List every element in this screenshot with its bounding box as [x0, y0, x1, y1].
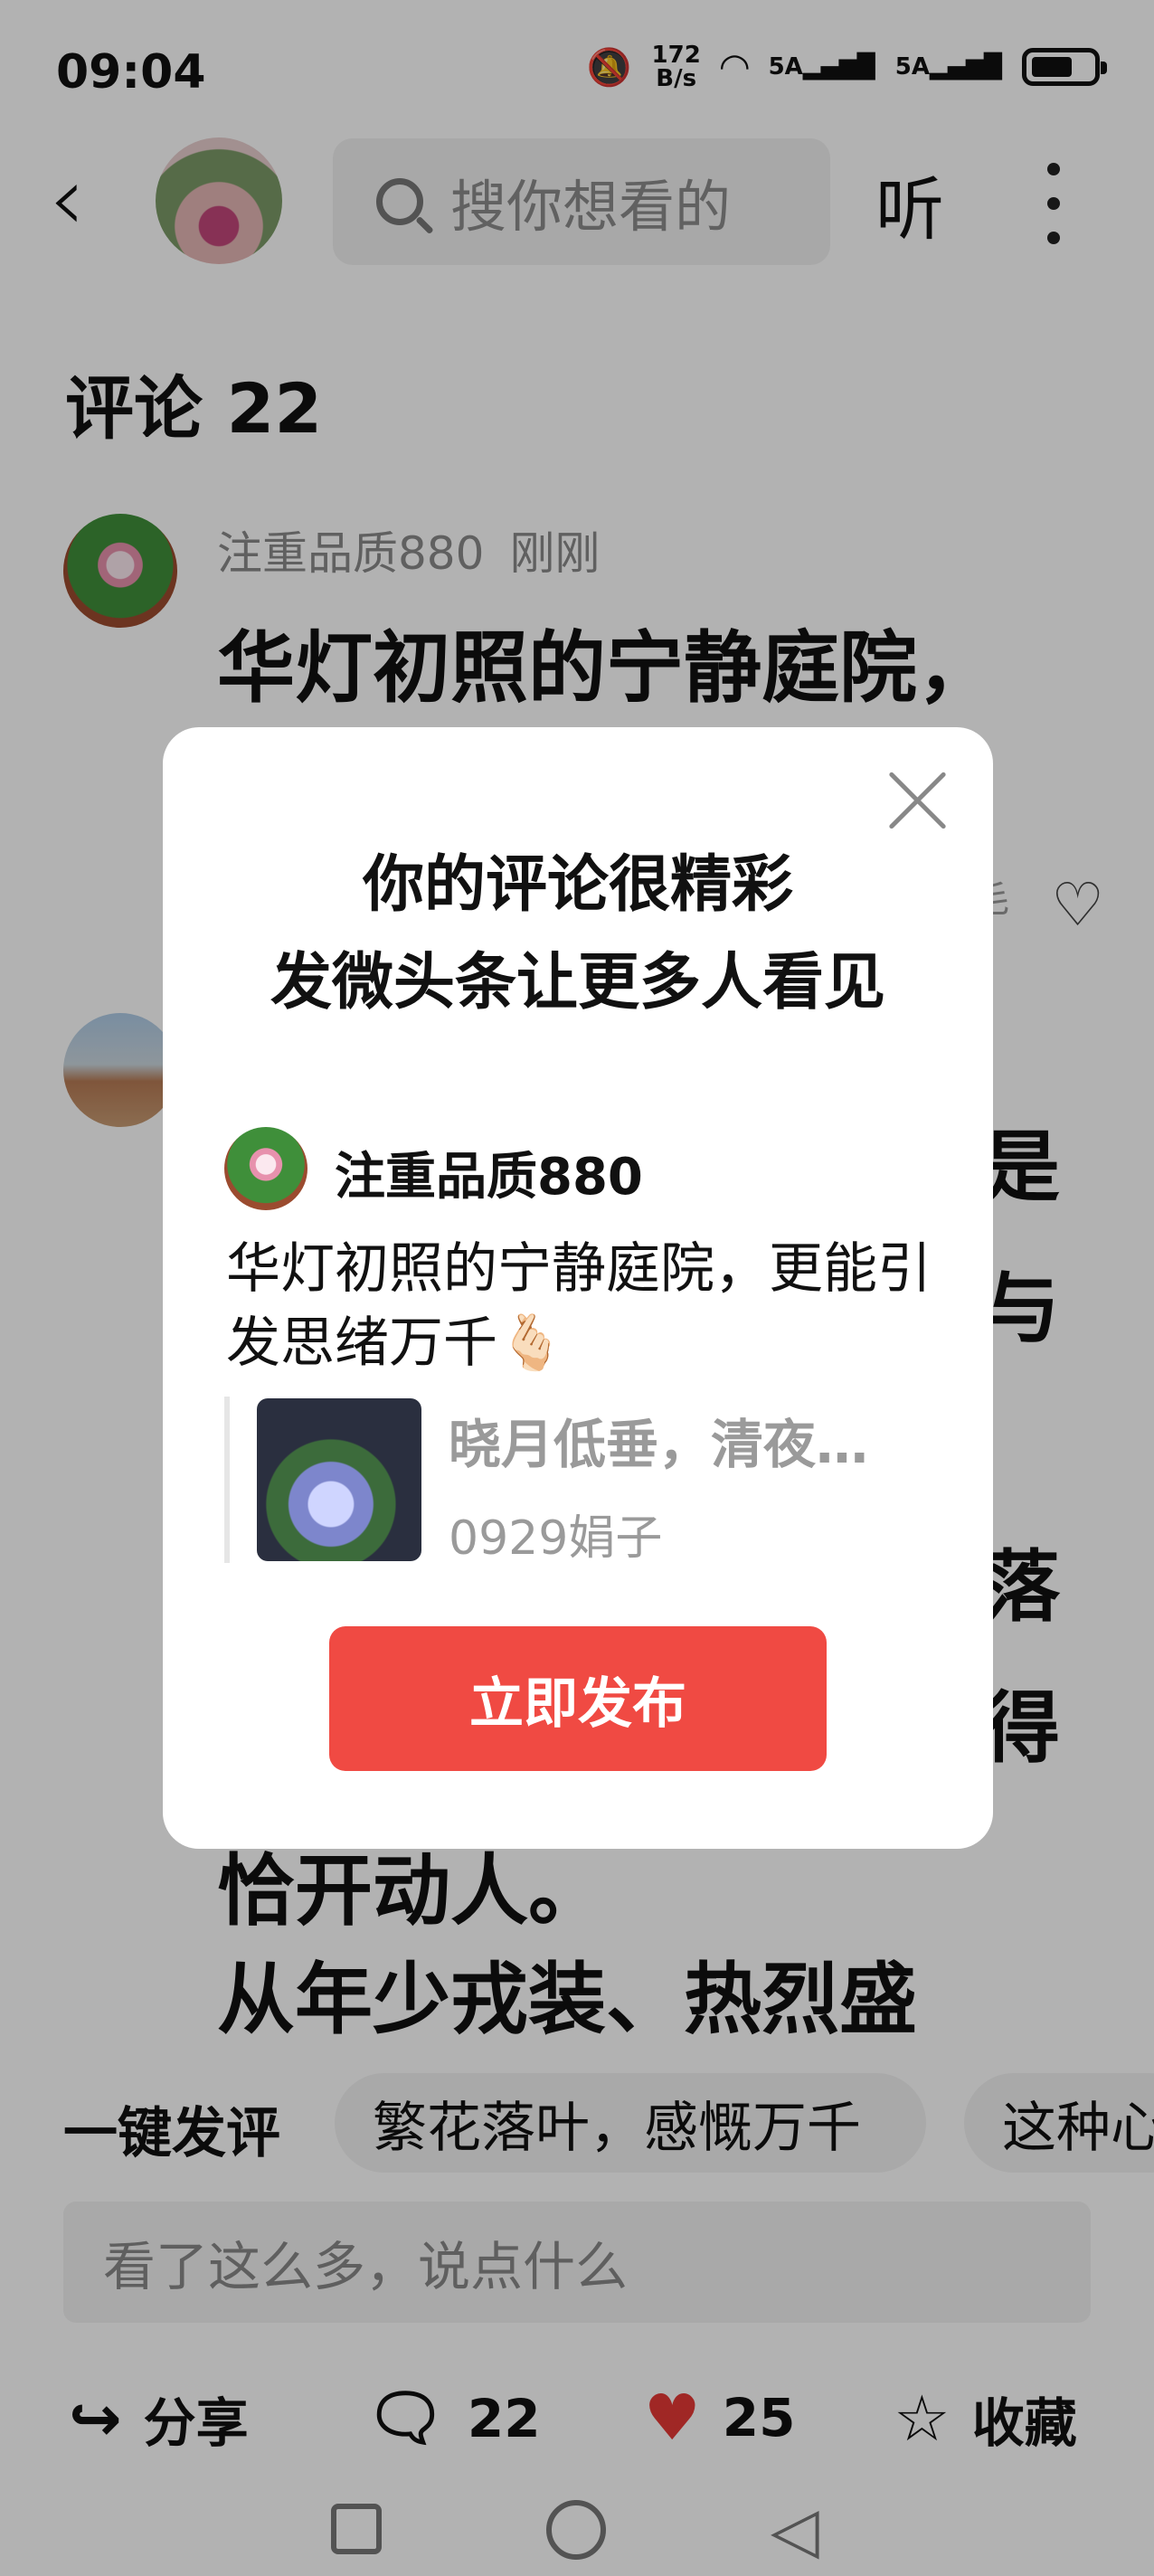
quote-divider [224, 1397, 230, 1563]
modal-title-line2: 发微头条让更多人看见 [270, 947, 885, 1018]
modal-comment-text: 华灯初照的宁静庭院，更能引发思绪万千🫰🏻 [226, 1237, 932, 1375]
publish-button[interactable]: 立即发布 [329, 1626, 827, 1771]
modal-username: 注重品质880 [335, 1148, 643, 1207]
modal-title-line1: 你的评论很精彩 [362, 849, 793, 921]
article-thumbnail [257, 1398, 421, 1561]
avatar [224, 1127, 307, 1210]
article-title: 晓月低垂，清夜… [449, 1414, 869, 1475]
close-icon[interactable] [886, 769, 950, 832]
article-author: 0929娟子 [449, 1511, 663, 1566]
